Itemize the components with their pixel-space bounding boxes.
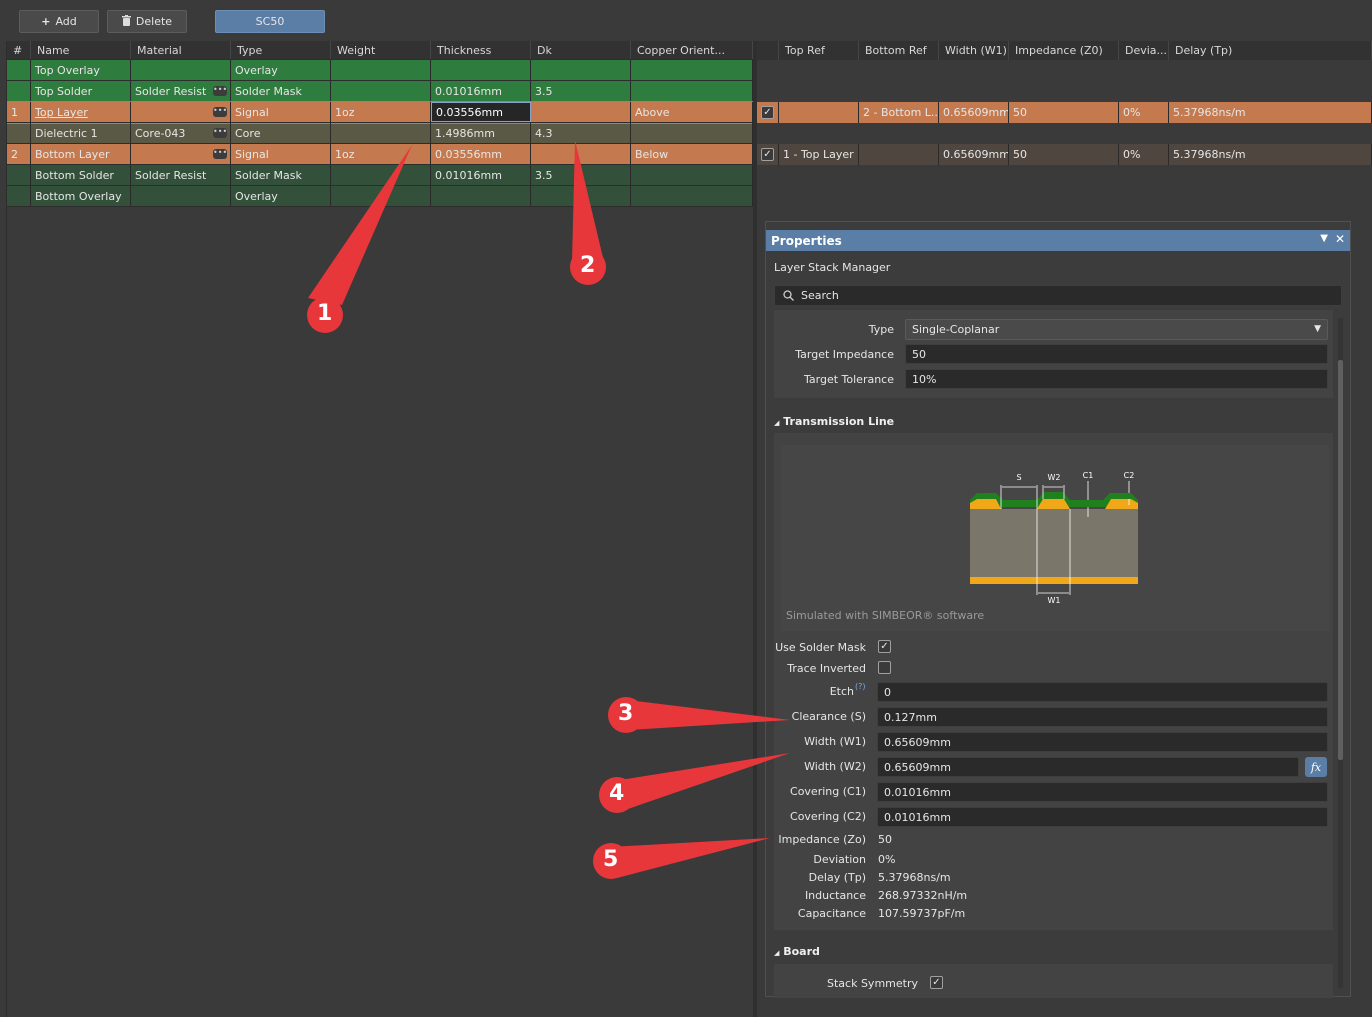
callout-2-number: 2: [580, 253, 596, 278]
callout-1-number: 1: [317, 301, 333, 326]
callout-overlay: [307, 140, 790, 879]
callout-5-number: 5: [603, 847, 619, 872]
callout-5: [593, 838, 770, 879]
callout-4-number: 4: [609, 781, 625, 806]
callout-3: [608, 697, 790, 733]
callout-3-number: 3: [618, 701, 634, 726]
callout-4: [599, 753, 790, 813]
